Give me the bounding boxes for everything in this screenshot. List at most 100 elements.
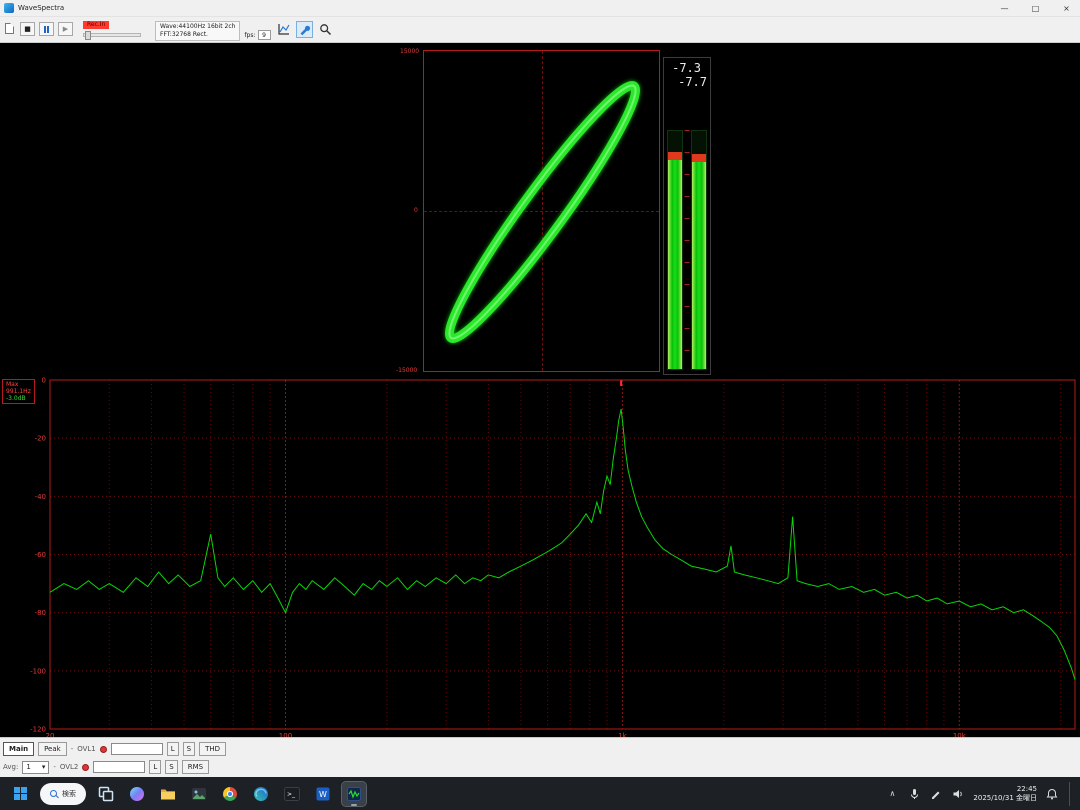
- taskbar-app-file-explorer[interactable]: [156, 782, 180, 806]
- meter-right-level-segment: [692, 162, 706, 369]
- taskbar-app-edge[interactable]: [249, 782, 273, 806]
- avg-value: 1: [26, 763, 30, 771]
- meter-right-value: -7.7: [664, 75, 710, 89]
- svg-text:0: 0: [42, 377, 46, 385]
- svg-text:>_: >_: [287, 791, 296, 798]
- meter-bar-right: [691, 130, 707, 370]
- show-desktop-button[interactable]: [1069, 782, 1072, 806]
- fft-format-text: FFT:32768 Rect.: [160, 31, 235, 39]
- ovl2-s-button[interactable]: S: [165, 760, 177, 774]
- separator: -: [71, 745, 74, 753]
- pen-icon[interactable]: [929, 787, 943, 801]
- meter-scale-ticks: [685, 130, 690, 370]
- spectrum-plot: 0-20-40-60-80-100-120201001k10k: [0, 377, 1080, 737]
- play-button[interactable]: ▶: [58, 22, 73, 36]
- ovl1-l-button[interactable]: L: [167, 742, 179, 756]
- pause-icon: [44, 26, 49, 33]
- taskbar-app-task-view[interactable]: [94, 782, 118, 806]
- svg-text:-120: -120: [30, 726, 46, 734]
- ovl2-label: OVL2: [60, 763, 79, 771]
- window-title: WaveSpectra: [18, 4, 987, 12]
- ovl1-led: [100, 746, 107, 753]
- titlebar: WaveSpectra — □ ×: [0, 0, 1080, 17]
- microphone-icon[interactable]: [907, 787, 921, 801]
- search-icon: [50, 790, 57, 797]
- svg-text:-20: -20: [35, 435, 46, 443]
- ovl1-label: OVL1: [77, 745, 96, 753]
- ovl2-l-button[interactable]: L: [149, 760, 161, 774]
- taskbar-app-photos[interactable]: [187, 782, 211, 806]
- lissajous-y-max-label: 15000: [400, 48, 419, 55]
- config-button[interactable]: [296, 21, 313, 38]
- close-button[interactable]: ×: [1053, 0, 1080, 16]
- system-tray: ∧: [885, 787, 965, 801]
- meter-bar-left: [667, 130, 683, 370]
- ovl1-s-button[interactable]: S: [183, 742, 195, 756]
- meter-left-peak-segment: [668, 152, 682, 160]
- app-icon: [4, 3, 14, 13]
- taskbar-search[interactable]: 検索: [40, 783, 86, 805]
- open-file-icon[interactable]: [5, 23, 14, 34]
- ovl1-field[interactable]: [111, 743, 163, 755]
- avg-select[interactable]: 1 ▾: [22, 761, 49, 774]
- taskbar-clock[interactable]: 22:45 2025/10/31 金曜日: [973, 785, 1037, 803]
- ovl2-field[interactable]: [93, 761, 145, 773]
- clock-time: 22:45: [973, 785, 1037, 794]
- control-row-2: Avg: 1 ▾ - OVL2 L S RMS: [3, 758, 1077, 776]
- fps-label: fps:: [244, 32, 255, 39]
- avg-label: Avg:: [3, 763, 18, 771]
- level-meter-panel: -7.3 -7.7: [663, 57, 711, 375]
- meter-right-peak-segment: [692, 154, 706, 162]
- notification-bell-icon[interactable]: [1045, 787, 1059, 801]
- record-input-group: Rec.In: [83, 21, 141, 37]
- chevron-up-icon[interactable]: ∧: [885, 787, 899, 801]
- taskbar-app-wavespectra[interactable]: [342, 782, 366, 806]
- taskbar: 検索 >_ W ∧ 22:45 2025/10/31 金曜日: [0, 777, 1080, 810]
- spectrum-panel: 0-20-40-60-80-100-120201001k10k Max 991.…: [0, 377, 1080, 737]
- search-label: 検索: [62, 789, 76, 799]
- taskbar-app-word[interactable]: W: [311, 782, 335, 806]
- max-level: -3.0dB: [6, 395, 31, 402]
- rec-in-status: Rec.In: [83, 21, 109, 29]
- play-icon: ▶: [63, 25, 68, 33]
- chevron-down-icon: ▾: [42, 763, 46, 771]
- main-button[interactable]: Main: [3, 742, 34, 756]
- peak-button[interactable]: Peak: [38, 742, 67, 756]
- clock-date: 2025/10/31 金曜日: [973, 794, 1037, 803]
- thd-button[interactable]: THD: [199, 742, 226, 756]
- taskbar-apps: >_ W: [94, 782, 366, 806]
- toolbar: ■ ▶ Rec.In Wave:44100Hz 16bit 2ch FFT:32…: [0, 17, 1080, 43]
- svg-text:W: W: [319, 790, 327, 799]
- stop-button[interactable]: ■: [20, 22, 35, 36]
- windows-logo-icon: [14, 787, 27, 800]
- ovl2-led: [82, 764, 89, 771]
- start-button[interactable]: [8, 782, 32, 806]
- minimize-button[interactable]: —: [991, 0, 1018, 16]
- zoom-tool-button[interactable]: [317, 21, 334, 38]
- lissajous-y-zero-label: 0: [414, 207, 418, 214]
- graph-axes-icon: [277, 23, 290, 36]
- meter-left-level-segment: [668, 160, 682, 369]
- format-info-box: Wave:44100Hz 16bit 2ch FFT:32768 Rect.: [155, 21, 240, 41]
- wave-format-text: Wave:44100Hz 16bit 2ch: [160, 23, 235, 31]
- meter-left-value: -7.3: [664, 61, 710, 75]
- speaker-icon[interactable]: [951, 787, 965, 801]
- maximize-button[interactable]: □: [1022, 0, 1049, 16]
- spectrum-max-info-box: Max 991.1Hz -3.0dB: [2, 379, 35, 404]
- running-indicator: [351, 804, 357, 806]
- control-bar: Main Peak - OVL1 L S THD Avg: 1 ▾ - OVL2…: [0, 737, 1080, 777]
- graph-axes-button[interactable]: [275, 21, 292, 38]
- taskbar-app-chrome[interactable]: [218, 782, 242, 806]
- control-row-1: Main Peak - OVL1 L S THD: [3, 740, 1077, 758]
- max-frequency: 991.1Hz: [6, 388, 31, 395]
- fps-value-box[interactable]: 9: [258, 30, 271, 40]
- pause-button[interactable]: [39, 22, 54, 36]
- separator: -: [53, 763, 56, 771]
- slider-thumb[interactable]: [85, 31, 91, 40]
- input-level-slider[interactable]: [83, 33, 141, 37]
- rms-button[interactable]: RMS: [182, 760, 209, 774]
- meter-values: -7.3 -7.7: [664, 58, 710, 89]
- taskbar-app-copilot[interactable]: [125, 782, 149, 806]
- taskbar-app-terminal[interactable]: >_: [280, 782, 304, 806]
- lissajous-panel: 15000 0 -15000: [423, 50, 660, 372]
